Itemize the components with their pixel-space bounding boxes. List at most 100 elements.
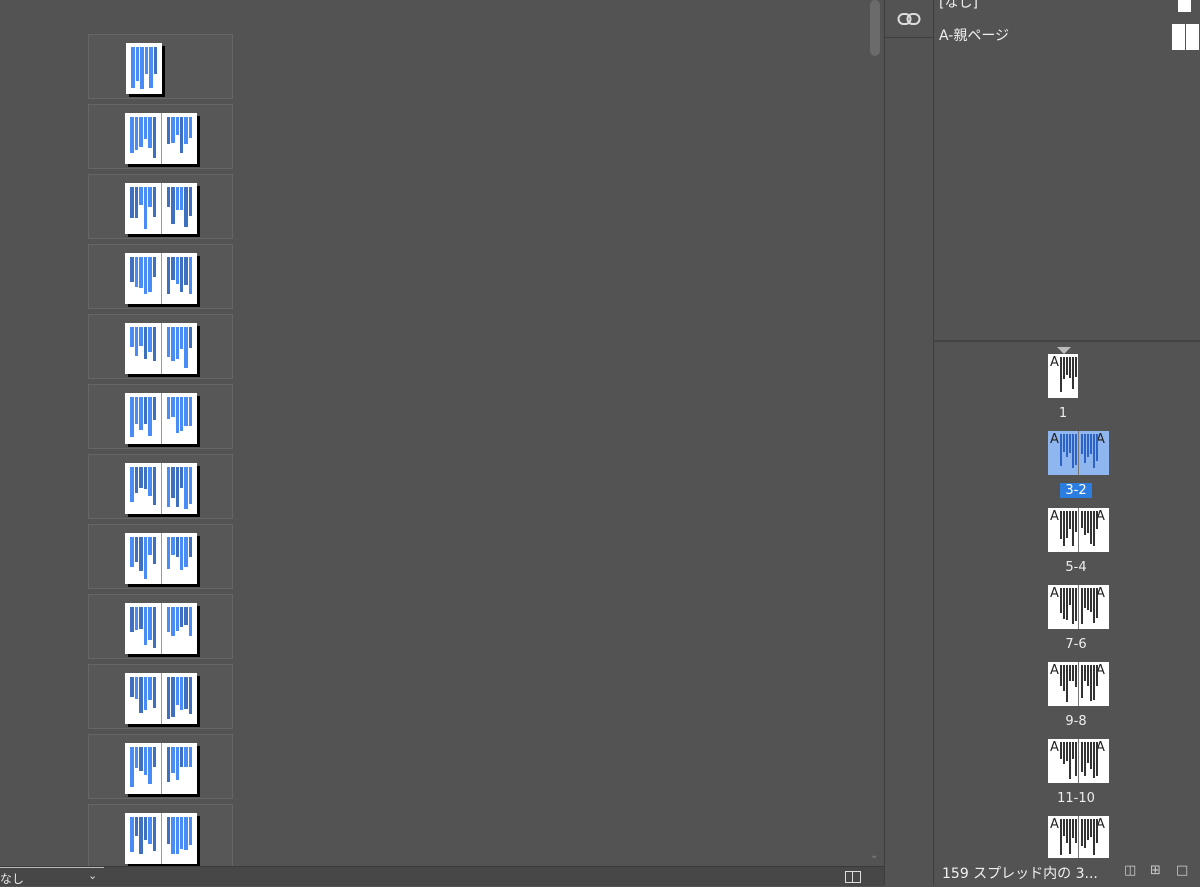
- page-half: A: [1079, 739, 1109, 783]
- page-text-column: [1090, 665, 1092, 701]
- spread-spine: [1078, 662, 1079, 706]
- page-text-column: [1069, 665, 1071, 681]
- page-text-column: [1069, 819, 1071, 854]
- parent-a-left-page-icon: [1172, 24, 1185, 50]
- page-text-column: [1069, 434, 1071, 453]
- canvas-spread[interactable]: [88, 174, 233, 239]
- page-text-column: [1096, 511, 1098, 529]
- page-thumbnail: [125, 813, 161, 864]
- page-text-column: [1063, 511, 1065, 546]
- chevron-down-icon[interactable]: ⌄: [88, 869, 97, 882]
- canvas-spread[interactable]: [88, 594, 233, 659]
- vertical-scrollbar[interactable]: ⌄: [866, 0, 884, 866]
- scroll-down-icon[interactable]: ⌄: [870, 850, 878, 861]
- page-text-column: [1072, 434, 1074, 468]
- spread-thumbnail[interactable]: AA: [1048, 816, 1109, 858]
- page-half: A: [1048, 508, 1078, 552]
- page-text-column: [1066, 819, 1068, 843]
- page-select-dropdown[interactable]: なし ⌄: [0, 867, 104, 886]
- page-text-column: [135, 47, 139, 81]
- new-page-icon[interactable]: ⊞: [1150, 864, 1164, 878]
- canvas-spread[interactable]: [88, 524, 233, 589]
- canvas-spread[interactable]: [88, 454, 233, 519]
- page-text-column: [143, 817, 147, 840]
- page-text-column: [152, 747, 156, 767]
- links-panel-button[interactable]: [885, 0, 933, 38]
- page-half: A: [1048, 739, 1078, 783]
- page-text-column: [1072, 742, 1074, 759]
- page-text-column: [1084, 588, 1086, 608]
- page-count-status: 159 スプレッド内の 3...: [942, 866, 1098, 882]
- page-text-column: [148, 467, 152, 496]
- page-text-column: [179, 817, 184, 849]
- page-text-column: [139, 117, 143, 147]
- page-text-column: [152, 187, 156, 217]
- page-text-column: [143, 747, 147, 775]
- page-thumbnail: [161, 113, 197, 164]
- spread-thumbnail[interactable]: AA: [1048, 739, 1109, 783]
- page-thumbnail: [125, 743, 161, 794]
- page-text-column: [1087, 665, 1089, 686]
- page-text-column: [152, 537, 156, 564]
- page-text-column: [184, 117, 188, 144]
- spread-thumbnail[interactable]: AA: [1048, 508, 1109, 552]
- pages-panel: [なし] A-親ページ A 1 A A 3-2 A A 5-4 A A 7-6 A A 9-8 A A 11-1…: [934, 0, 1200, 885]
- pasteboard-canvas[interactable]: [0, 0, 866, 866]
- page-thumbnail: [161, 393, 197, 444]
- page-text-column: [171, 467, 175, 498]
- page-text-column: [148, 257, 152, 292]
- page-text-column: [143, 187, 147, 229]
- page-text-column: [148, 607, 152, 640]
- page-half: A: [1079, 431, 1109, 475]
- canvas-spread[interactable]: [88, 244, 233, 309]
- canvas-spread[interactable]: [88, 314, 233, 379]
- parent-item-a[interactable]: A-親ページ: [939, 25, 1009, 45]
- page-text-column: [171, 817, 175, 854]
- page-text-column: [134, 607, 138, 630]
- page-thumbnail: [161, 603, 197, 654]
- page-text-column: [1063, 588, 1065, 619]
- applied-parent-letter: A: [1050, 432, 1059, 447]
- page-text-column: [175, 677, 179, 705]
- canvas-spread[interactable]: [88, 804, 233, 866]
- canvas-spread[interactable]: [88, 664, 233, 729]
- page-text-column: [130, 327, 134, 347]
- spread-pages: [126, 43, 162, 94]
- page-text-column: [179, 467, 184, 488]
- spread-thumbnail[interactable]: AA: [1048, 431, 1109, 475]
- canvas-spread[interactable]: [88, 104, 233, 169]
- page-text-column: [1060, 742, 1062, 759]
- edit-page-size-icon[interactable]: ◫: [1124, 864, 1138, 878]
- canvas-spread[interactable]: [88, 734, 233, 799]
- pages-spread-list[interactable]: A 1 A A 3-2 A A 5-4 A A 7-6 A A 9-8 A A 11-10 A A: [934, 344, 1200, 858]
- page-text-column: [130, 187, 134, 218]
- scrollbar-thumb[interactable]: [870, 0, 880, 56]
- page-text-column: [179, 747, 184, 767]
- page-text-column: [171, 537, 175, 555]
- spread-pages: [125, 463, 197, 514]
- page-text-column: [179, 187, 184, 210]
- page-text-column: [1084, 742, 1086, 776]
- page-text-column: [139, 397, 143, 430]
- page-text-column: [179, 607, 184, 627]
- page-text-column: [139, 467, 143, 488]
- spread-thumbnail-column: [88, 34, 235, 866]
- page-text-column: [1096, 588, 1098, 618]
- page-text-column: [134, 467, 138, 493]
- page-text-column: [175, 117, 179, 135]
- section-start-icon: [1057, 347, 1071, 354]
- page-text-column: [148, 397, 152, 436]
- page-text-column: [1063, 819, 1065, 836]
- spread-thumbnail[interactable]: A: [1048, 354, 1078, 398]
- spread-thumbnail[interactable]: AA: [1048, 585, 1109, 629]
- page-half: A: [1048, 585, 1078, 629]
- page-text-column: [1060, 819, 1062, 855]
- page-text-column: [139, 677, 143, 713]
- split-view-icon[interactable]: [845, 871, 861, 883]
- parent-item-none[interactable]: [なし]: [939, 0, 978, 12]
- canvas-spread[interactable]: [88, 34, 233, 99]
- delete-page-icon[interactable]: □: [1176, 864, 1190, 878]
- spread-thumbnail[interactable]: AA: [1048, 662, 1109, 706]
- canvas-spread[interactable]: [88, 384, 233, 449]
- page-text-column: [188, 607, 192, 636]
